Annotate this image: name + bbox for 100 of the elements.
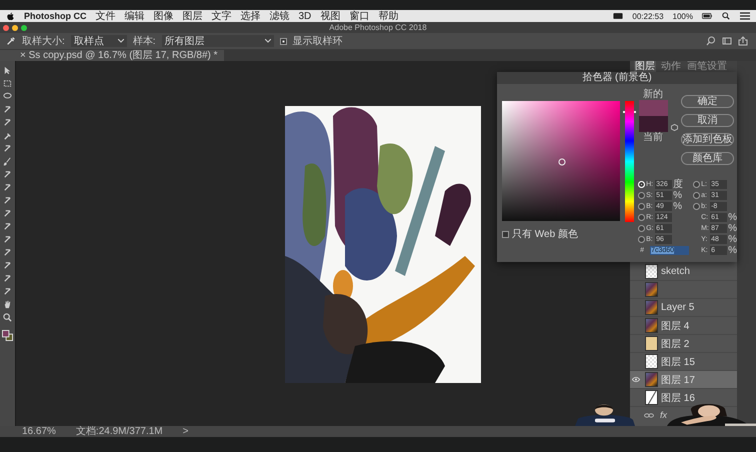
menu-item[interactable]: 文件 xyxy=(96,10,116,22)
tool-icon[interactable] xyxy=(3,170,12,179)
dialog-button[interactable]: 颜色库 xyxy=(681,152,734,165)
menu-item[interactable]: 编辑 xyxy=(124,10,144,22)
layer-name: 图层 4 xyxy=(661,320,690,332)
layer-name: 图层 16 xyxy=(661,392,695,404)
apple-logo-icon[interactable] xyxy=(6,12,15,20)
layer-row[interactable] xyxy=(630,281,737,299)
menu-icon[interactable] xyxy=(740,12,750,20)
unit-label: % xyxy=(728,223,737,234)
layer-row[interactable]: Layer 5 xyxy=(630,299,737,317)
menu-item[interactable]: 窗口 xyxy=(349,10,370,22)
menu-item[interactable]: 3D xyxy=(298,10,312,22)
eyedropper-icon[interactable] xyxy=(6,36,16,46)
share-icon[interactable] xyxy=(738,36,748,46)
magnifier-icon[interactable] xyxy=(3,313,12,322)
panel-tab[interactable]: 图层 xyxy=(634,61,656,73)
battery-icon[interactable] xyxy=(702,12,712,20)
menu-item[interactable]: 帮助 xyxy=(378,10,398,22)
clock-text[interactable]: 00:22:53 xyxy=(632,12,664,20)
document-tab[interactable]: × Ss copy.psd @ 16.7% (图层 17, RGB/8#) * xyxy=(0,50,224,61)
menu-item[interactable]: 图像 xyxy=(154,10,174,22)
hand-icon[interactable] xyxy=(3,300,12,309)
tool-icon[interactable] xyxy=(3,287,12,296)
panel-tab[interactable]: 动作 xyxy=(660,61,682,73)
layer-row[interactable]: 图层 2 xyxy=(630,335,737,353)
radio-button[interactable] xyxy=(638,225,646,232)
checkbox[interactable] xyxy=(280,38,287,44)
search-icon[interactable] xyxy=(721,12,731,20)
window-icon[interactable] xyxy=(722,36,732,46)
caret-icon[interactable] xyxy=(264,39,271,43)
unit-label: % xyxy=(673,201,682,212)
tool-icon[interactable] xyxy=(3,261,12,270)
tool-icon[interactable] xyxy=(3,105,12,114)
tool-icon[interactable] xyxy=(3,183,12,192)
color-ring[interactable] xyxy=(558,158,566,166)
radio-button[interactable] xyxy=(638,214,646,221)
sample-size-dropdown[interactable]: 取样点 xyxy=(70,35,127,47)
zoom-button[interactable] xyxy=(21,24,27,30)
menu-item[interactable]: 文字 xyxy=(212,10,232,22)
menu-item[interactable]: 视图 xyxy=(320,10,340,22)
minimize-button[interactable] xyxy=(12,24,18,30)
tool-icon[interactable] xyxy=(3,209,12,218)
sample-label: 样本: xyxy=(132,34,156,48)
battery-text[interactable]: 100% xyxy=(672,12,693,20)
window-title: Adobe Photoshop CC 2018 xyxy=(328,23,428,32)
effects-button[interactable]: fx xyxy=(660,410,668,420)
tool-icon[interactable] xyxy=(3,92,12,101)
zoom-level-text: 16.67% xyxy=(22,426,56,437)
tool-icon[interactable] xyxy=(3,235,12,244)
radio-button[interactable] xyxy=(638,192,646,199)
tool-icon[interactable] xyxy=(3,248,12,257)
radio-button[interactable] xyxy=(693,181,700,188)
document-size-text: 文档:24.9M/377.1M xyxy=(76,426,163,437)
dialog-button[interactable]: 添加到色板 xyxy=(681,133,734,146)
tool-icon[interactable] xyxy=(3,196,12,205)
tool-icon[interactable] xyxy=(3,144,12,153)
radio-button[interactable] xyxy=(638,203,646,210)
tool-icon[interactable] xyxy=(3,274,12,283)
caret-icon[interactable] xyxy=(118,39,124,43)
new-label: 新的 xyxy=(643,89,664,100)
status-arrow-button[interactable]: > xyxy=(182,426,188,437)
tool-icon[interactable] xyxy=(3,118,12,127)
radio-button[interactable] xyxy=(638,236,646,243)
brush-icon[interactable] xyxy=(3,157,12,166)
panel-tab[interactable]: 画笔设置 xyxy=(686,61,728,73)
web-colors-label: 只有 Web 颜色 xyxy=(512,228,578,241)
layer-name: sketch xyxy=(661,266,690,277)
dialog-button[interactable]: 取消 xyxy=(681,114,734,127)
menu-item[interactable]: 滤镜 xyxy=(270,10,290,22)
color-swatches-icon[interactable] xyxy=(2,330,13,341)
link-icon[interactable] xyxy=(644,412,654,418)
checkbox[interactable] xyxy=(502,230,509,238)
close-button[interactable] xyxy=(3,24,9,30)
radio-button[interactable] xyxy=(693,203,700,210)
eyedropper-icon[interactable] xyxy=(3,131,12,140)
hue-slider[interactable] xyxy=(623,101,636,222)
new-color-swatch xyxy=(638,100,668,116)
layer-name: 图层 15 xyxy=(661,356,695,368)
hue-slider-thumb[interactable] xyxy=(623,111,636,114)
menu-item[interactable]: 图层 xyxy=(182,10,202,22)
show-ring-label: 显示取样环 xyxy=(292,34,343,48)
sample-dropdown[interactable]: 所有图层 xyxy=(162,35,274,47)
dialog-button[interactable]: 确定 xyxy=(681,95,734,108)
tool-icon[interactable] xyxy=(3,222,12,231)
layer-name: Layer 5 xyxy=(661,302,694,313)
radio-button[interactable] xyxy=(693,192,700,199)
display-icon[interactable] xyxy=(613,12,624,20)
marquee-icon[interactable] xyxy=(3,79,12,88)
move-arrow-icon[interactable] xyxy=(3,66,12,75)
menu-item[interactable]: Photoshop CC xyxy=(24,11,86,21)
color-field[interactable] xyxy=(502,101,620,221)
unit-label: % xyxy=(728,212,737,223)
layer-row[interactable]: 图层 4 xyxy=(630,317,737,335)
sample-size-label: 取样大小: xyxy=(22,34,65,48)
eye-icon[interactable] xyxy=(632,377,640,382)
menu-item[interactable]: 选择 xyxy=(240,10,260,22)
layer-row[interactable]: sketch xyxy=(630,263,737,281)
layer-row[interactable]: 图层 17 xyxy=(630,371,737,389)
current-color-swatch xyxy=(638,116,668,132)
